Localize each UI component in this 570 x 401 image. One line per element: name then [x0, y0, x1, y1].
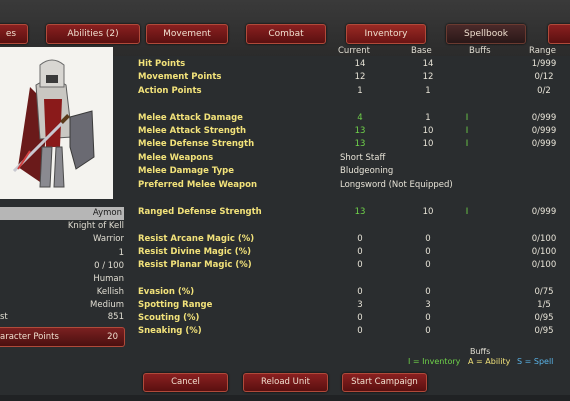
legend-title: Buffs [470, 347, 491, 356]
stat-range: 0/999 [531, 113, 557, 123]
stat-label: Melee Damage Type [138, 166, 234, 176]
stat-buff: I [465, 139, 469, 149]
unit-name-field[interactable]: Aymon [0, 207, 124, 220]
stat-label: Movement Points [138, 72, 222, 82]
unit-portrait [0, 47, 113, 199]
stat-current: 13 [354, 126, 366, 136]
stat-label: Melee Attack Strength [138, 126, 247, 136]
reload-unit-button[interactable]: Reload Unit [243, 373, 328, 392]
stat-buff: I [465, 126, 469, 136]
stat-label: Melee Defense Strength [138, 139, 255, 149]
stat-label: Melee Weapons [138, 153, 214, 163]
stat-label: Ranged Defense Strength [138, 207, 262, 217]
stat-label: Sneaking (%) [138, 326, 202, 336]
tab-attributes[interactable]: es [0, 24, 28, 44]
stat-range: 0/999 [531, 139, 557, 149]
tab-inventory[interactable]: Inventory [346, 24, 426, 44]
stat-range: 1/5 [537, 300, 551, 310]
stat-current: 1 [357, 86, 363, 96]
stat-base: 12 [422, 72, 434, 82]
tab-abilities[interactable]: Abilities (2) [46, 24, 140, 44]
stat-current: 13 [354, 207, 366, 217]
stat-text-value: Longsword (Not Equipped) [340, 180, 453, 190]
stat-base: 0 [425, 287, 431, 297]
start-campaign-button[interactable]: Start Campaign [342, 373, 427, 392]
stat-current: 12 [354, 72, 366, 82]
unit-info-row: 0 / 100 [94, 261, 124, 271]
stat-label: Melee Attack Damage [138, 113, 243, 123]
column-header-buffs: Buffs [469, 46, 491, 56]
unit-info-row: Warrior [93, 234, 124, 244]
unit-info-row: st 851 [0, 312, 124, 322]
stat-base: 3 [425, 300, 431, 310]
stat-base: 10 [422, 139, 434, 149]
stat-current: 0 [357, 247, 363, 257]
stat-current: 0 [357, 260, 363, 270]
column-header-current: Current [338, 46, 370, 56]
stat-label: Resist Divine Magic (%) [138, 247, 252, 257]
stat-base: 10 [422, 207, 434, 217]
stat-current: 0 [357, 326, 363, 336]
stat-range: 0/95 [534, 313, 554, 323]
stat-current: 0 [357, 313, 363, 323]
stat-label: Hit Points [138, 59, 186, 69]
stat-base: 10 [422, 126, 434, 136]
stat-label: Resist Planar Magic (%) [138, 260, 252, 270]
stat-label: Evasion (%) [138, 287, 195, 297]
tab-combat[interactable]: Combat [246, 24, 326, 44]
stat-current: 0 [357, 234, 363, 244]
stat-current: 0 [357, 287, 363, 297]
stat-text-value: Bludgeoning [340, 166, 394, 176]
stat-range: 0/100 [531, 234, 557, 244]
stat-label: Spotting Range [138, 300, 213, 310]
tab-spellbook[interactable]: Spellbook [446, 24, 526, 44]
stat-label: Resist Arcane Magic (%) [138, 234, 255, 244]
stat-range: 0/100 [531, 247, 557, 257]
stat-range: 0/12 [534, 72, 554, 82]
stat-current: 4 [357, 113, 363, 123]
stat-base: 1 [425, 86, 431, 96]
bottom-edge [0, 395, 570, 401]
unit-info-row: Human [93, 274, 124, 284]
stat-range: 0/2 [537, 86, 551, 96]
legend-ability: A = Ability [468, 357, 511, 366]
cancel-button[interactable]: Cancel [143, 373, 228, 392]
stat-base: 0 [425, 247, 431, 257]
stat-range: 0/999 [531, 126, 557, 136]
stat-range: 0/999 [531, 207, 557, 217]
knight-portrait-image [0, 47, 113, 199]
stat-buff: I [465, 207, 469, 217]
tab-overflow[interactable] [548, 24, 570, 44]
legend-inventory: I = Inventory [408, 357, 461, 366]
character-points-bar[interactable]: aracter Points 20 [0, 327, 125, 347]
stat-label: Scouting (%) [138, 313, 200, 323]
stat-base: 0 [425, 260, 431, 270]
legend-spell: S = Spell [517, 357, 554, 366]
stat-label: Preferred Melee Weapon [138, 180, 258, 190]
stat-label: Action Points [138, 86, 202, 96]
stat-current: 13 [354, 139, 366, 149]
stat-current: 14 [354, 59, 366, 69]
column-header-base: Base [411, 46, 432, 56]
stat-base: 1 [425, 113, 431, 123]
unit-info-row: 1 [118, 248, 124, 258]
stat-range: 0/95 [534, 326, 554, 336]
stat-buff: I [465, 113, 469, 123]
stat-range: 0/75 [534, 287, 554, 297]
column-header-range: Range [529, 46, 556, 56]
stat-base: 0 [425, 234, 431, 244]
stat-base: 14 [422, 59, 434, 69]
stat-range: 1/999 [531, 59, 557, 69]
stat-text-value: Short Staff [340, 153, 386, 163]
stat-current: 3 [357, 300, 363, 310]
unit-info-row: Kellish [96, 287, 124, 297]
stat-base: 0 [425, 313, 431, 323]
tab-movement[interactable]: Movement [146, 24, 228, 44]
unit-info-row: Knight of Kell [67, 221, 124, 231]
stat-base: 0 [425, 326, 431, 336]
stat-range: 0/100 [531, 260, 557, 270]
